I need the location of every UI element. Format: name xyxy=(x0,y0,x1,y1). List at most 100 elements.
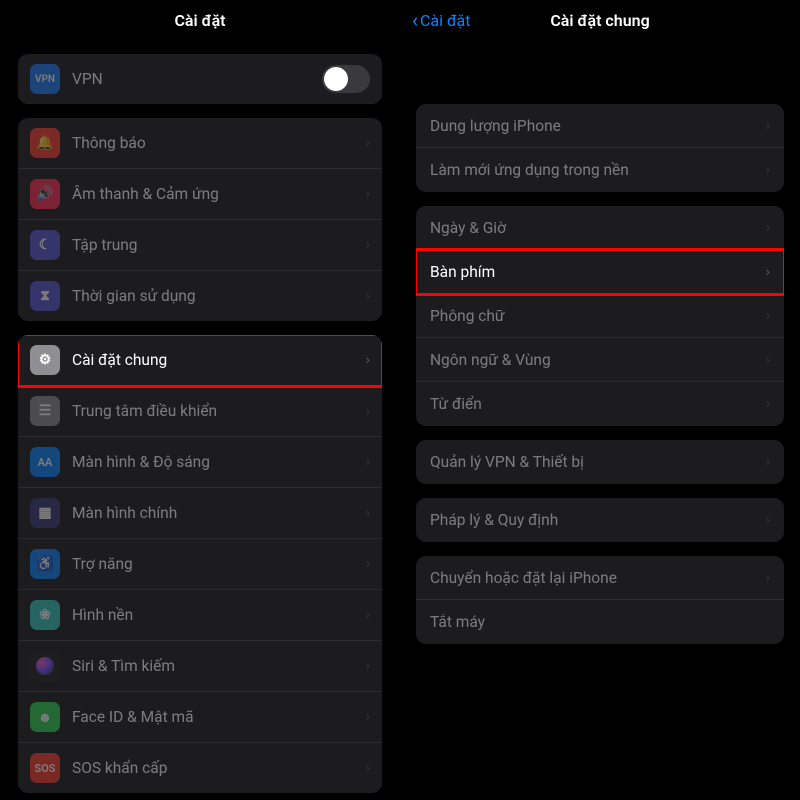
fonts-label: Phông chữ xyxy=(430,307,766,325)
dict-label: Từ điển xyxy=(430,395,766,413)
row-faceid[interactable]: ☻ Face ID & Mật mã › xyxy=(18,692,382,743)
shutdown-label: Tắt máy xyxy=(430,613,770,631)
display-label: Màn hình & Độ sáng xyxy=(72,453,366,471)
right-title: Cài đặt chung xyxy=(550,11,649,30)
row-sos[interactable]: SOS SOS khẩn cấp › xyxy=(18,743,382,793)
chevron-right-icon: › xyxy=(366,288,370,304)
back-button[interactable]: ‹ Cài đặt xyxy=(412,8,471,32)
chevron-right-icon: › xyxy=(766,454,770,470)
date-label: Ngày & Giờ xyxy=(430,219,766,237)
accessibility-icon: ♿ xyxy=(30,549,60,579)
reset-label: Chuyển hoặc đặt lại iPhone xyxy=(430,569,766,587)
row-home[interactable]: ▦ Màn hình chính › xyxy=(18,488,382,539)
chevron-right-icon: › xyxy=(766,220,770,236)
chevron-right-icon: › xyxy=(366,352,370,368)
row-focus[interactable]: ☾ Tập trung › xyxy=(18,220,382,271)
left-header: Cài đặt xyxy=(0,0,400,40)
chevron-right-icon: › xyxy=(366,505,370,521)
row-date[interactable]: Ngày & Giờ › xyxy=(416,206,784,250)
row-legal[interactable]: Pháp lý & Quy định › xyxy=(416,498,784,542)
legal-label: Pháp lý & Quy định xyxy=(430,511,766,529)
face-icon: ☻ xyxy=(30,702,60,732)
storage-label: Dung lượng iPhone xyxy=(430,117,766,135)
reset-section: Chuyển hoặc đặt lại iPhone › Tắt máy xyxy=(416,556,784,644)
settings-root-pane: Cài đặt VPN VPN 🔔 Thông báo › 🔊 Âm thanh… xyxy=(0,0,400,800)
chevron-right-icon: › xyxy=(366,709,370,725)
general-section: ⚙ Cài đặt chung › ☰ Trung tâm điều khiển… xyxy=(18,335,382,793)
home-label: Màn hình chính xyxy=(72,504,366,522)
row-control-center[interactable]: ☰ Trung tâm điều khiển › xyxy=(18,386,382,437)
chevron-right-icon: › xyxy=(766,396,770,412)
flower-icon: ❀ xyxy=(30,600,60,630)
chevron-left-icon: ‹ xyxy=(412,8,418,32)
sos-icon: SOS xyxy=(30,753,60,783)
row-storage[interactable]: Dung lượng iPhone › xyxy=(416,104,784,148)
chevron-right-icon: › xyxy=(366,454,370,470)
row-fonts[interactable]: Phông chữ › xyxy=(416,294,784,338)
row-language[interactable]: Ngôn ngữ & Vùng › xyxy=(416,338,784,382)
chevron-right-icon: › xyxy=(366,760,370,776)
bgapp-label: Làm mới ứng dụng trong nền xyxy=(430,161,766,179)
lang-label: Ngôn ngữ & Vùng xyxy=(430,351,766,369)
wallpaper-label: Hình nền xyxy=(72,606,366,624)
moon-icon: ☾ xyxy=(30,230,60,260)
grid-icon: ▦ xyxy=(30,498,60,528)
row-vpnmgmt[interactable]: Quản lý VPN & Thiết bị › xyxy=(416,440,784,484)
textsize-icon: AA xyxy=(30,447,60,477)
chevron-right-icon: › xyxy=(366,556,370,572)
notify-label: Thông báo xyxy=(72,134,366,152)
row-dictionary[interactable]: Từ điển › xyxy=(416,382,784,426)
siri-icon xyxy=(30,651,60,681)
row-display[interactable]: AA Màn hình & Độ sáng › xyxy=(18,437,382,488)
row-sound[interactable]: 🔊 Âm thanh & Cảm ứng › xyxy=(18,169,382,220)
back-label: Cài đặt xyxy=(420,11,470,30)
keyboard-label: Bàn phím xyxy=(430,263,766,281)
sound-label: Âm thanh & Cảm ứng xyxy=(72,185,366,203)
chevron-right-icon: › xyxy=(766,264,770,280)
vpn-row[interactable]: VPN VPN xyxy=(18,54,382,104)
access-label: Trợ năng xyxy=(72,555,366,573)
row-siri[interactable]: Siri & Tìm kiếm › xyxy=(18,641,382,692)
chevron-right-icon: › xyxy=(366,135,370,151)
vpn-section: VPN VPN xyxy=(18,54,382,104)
row-keyboard[interactable]: Bàn phím › xyxy=(416,250,784,294)
vpn-label: VPN xyxy=(72,70,322,88)
vpn-toggle[interactable] xyxy=(322,65,370,93)
general-settings-pane: ‹ Cài đặt Cài đặt chung Dung lượng iPhon… xyxy=(400,0,800,800)
notifications-section: 🔔 Thông báo › 🔊 Âm thanh & Cảm ứng › ☾ T… xyxy=(18,118,382,321)
chevron-right-icon: › xyxy=(766,570,770,586)
row-shutdown[interactable]: Tắt máy xyxy=(416,600,784,644)
general-label: Cài đặt chung xyxy=(72,351,366,369)
sos-label: SOS khẩn cấp xyxy=(72,759,366,777)
faceid-label: Face ID & Mật mã xyxy=(72,708,366,726)
storage-section: Dung lượng iPhone › Làm mới ứng dụng tro… xyxy=(416,104,784,192)
gear-icon: ⚙ xyxy=(30,345,60,375)
chevron-right-icon: › xyxy=(766,352,770,368)
chevron-right-icon: › xyxy=(366,403,370,419)
row-general[interactable]: ⚙ Cài đặt chung › xyxy=(18,335,382,386)
chevron-right-icon: › xyxy=(366,607,370,623)
sliders-icon: ☰ xyxy=(30,396,60,426)
row-screentime[interactable]: ⧗ Thời gian sử dụng › xyxy=(18,271,382,321)
speaker-icon: 🔊 xyxy=(30,179,60,209)
legal-section: Pháp lý & Quy định › xyxy=(416,498,784,542)
siri-label: Siri & Tìm kiếm xyxy=(72,657,366,675)
left-title: Cài đặt xyxy=(174,11,225,30)
hourglass-icon: ⧗ xyxy=(30,281,60,311)
chevron-right-icon: › xyxy=(366,186,370,202)
row-reset[interactable]: Chuyển hoặc đặt lại iPhone › xyxy=(416,556,784,600)
vpn-icon: VPN xyxy=(30,64,60,94)
chevron-right-icon: › xyxy=(366,658,370,674)
row-accessibility[interactable]: ♿ Trợ năng › xyxy=(18,539,382,590)
locale-section: Ngày & Giờ › Bàn phím › Phông chữ › Ngôn… xyxy=(416,206,784,426)
row-bgapp[interactable]: Làm mới ứng dụng trong nền › xyxy=(416,148,784,192)
bell-icon: 🔔 xyxy=(30,128,60,158)
right-header: ‹ Cài đặt Cài đặt chung xyxy=(400,0,800,40)
vpnmgmt-label: Quản lý VPN & Thiết bị xyxy=(430,453,766,471)
chevron-right-icon: › xyxy=(366,237,370,253)
screentime-label: Thời gian sử dụng xyxy=(72,287,366,305)
row-notify[interactable]: 🔔 Thông báo › xyxy=(18,118,382,169)
vpnmgmt-section: Quản lý VPN & Thiết bị › xyxy=(416,440,784,484)
focus-label: Tập trung xyxy=(72,236,366,254)
row-wallpaper[interactable]: ❀ Hình nền › xyxy=(18,590,382,641)
